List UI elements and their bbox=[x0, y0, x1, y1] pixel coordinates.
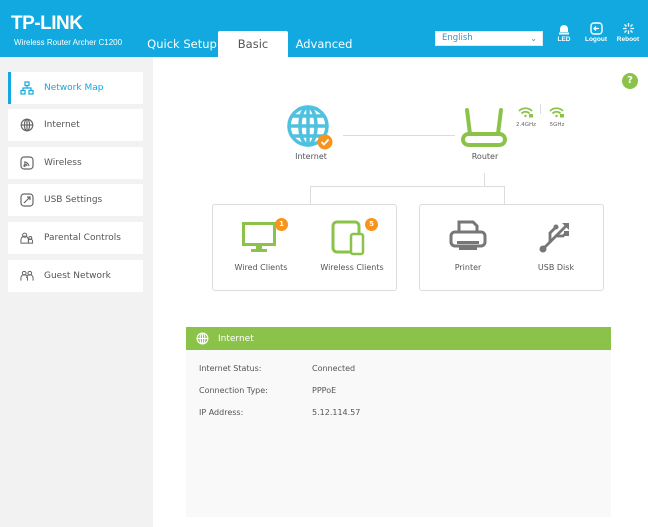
logout-button[interactable]: Logout bbox=[581, 22, 611, 43]
tree-connector bbox=[484, 173, 485, 186]
sidebar-item-parental-controls[interactable]: Parental Controls bbox=[8, 222, 143, 254]
monitor-icon bbox=[242, 222, 276, 252]
wireless-clients-node[interactable]: 5 Wireless Clients bbox=[316, 216, 388, 278]
tree-connector bbox=[504, 186, 505, 204]
tab-quick-setup[interactable]: Quick Setup bbox=[146, 31, 218, 57]
devices-icon bbox=[331, 220, 365, 256]
band-label: 5GHz bbox=[549, 122, 565, 128]
internet-label: Internet bbox=[295, 152, 327, 161]
info-key: Connection Type: bbox=[199, 386, 268, 395]
led-button[interactable]: LED bbox=[549, 22, 579, 43]
router-node[interactable]: Router bbox=[455, 104, 515, 164]
tree-connector bbox=[310, 186, 311, 204]
sidebar-item-label: Internet bbox=[44, 120, 80, 130]
usb-disk-label: USB Disk bbox=[537, 263, 575, 272]
printer-icon bbox=[449, 220, 487, 250]
sidebar-item-guest-network[interactable]: Guest Network bbox=[8, 260, 143, 292]
info-value: PPPoE bbox=[312, 386, 337, 395]
help-button[interactable]: ? bbox=[622, 73, 638, 89]
info-row: Internet Status: Connected bbox=[199, 364, 355, 373]
sidebar-item-label: Guest Network bbox=[44, 271, 111, 281]
language-select[interactable]: English ⌄ bbox=[435, 31, 543, 46]
reboot-icon bbox=[622, 23, 634, 34]
sidebar-item-label: Wireless bbox=[44, 158, 82, 168]
logout-label: Logout bbox=[584, 36, 608, 43]
wireless-icon bbox=[20, 156, 34, 170]
wired-clients-node[interactable]: 1 Wired Clients bbox=[226, 216, 296, 278]
usb-icon bbox=[20, 193, 34, 207]
led-label: LED bbox=[557, 36, 571, 43]
sidebar-item-label: Network Map bbox=[44, 83, 104, 93]
model-name: Wireless Router Archer C1200 bbox=[14, 38, 123, 47]
wired-clients-label: Wired Clients bbox=[234, 263, 288, 272]
guest-network-icon bbox=[20, 269, 34, 283]
reboot-button[interactable]: Reboot bbox=[613, 22, 643, 43]
sidebar: Network Map Internet Wireless USB Settin… bbox=[0, 57, 153, 527]
printer-label: Printer bbox=[454, 263, 482, 272]
globe-icon bbox=[196, 332, 209, 345]
check-badge-icon bbox=[317, 134, 333, 150]
sidebar-item-label: USB Settings bbox=[44, 195, 103, 205]
tab-advanced[interactable]: Advanced bbox=[288, 31, 360, 57]
usb-disk-node[interactable]: USB Disk bbox=[520, 216, 592, 278]
usb-icon bbox=[539, 223, 569, 253]
internet-node[interactable]: Internet bbox=[286, 104, 336, 164]
parental-controls-icon bbox=[20, 231, 34, 245]
info-value: Connected bbox=[312, 364, 356, 373]
tree-connector bbox=[310, 186, 505, 187]
band-label: 2.4GHz bbox=[515, 122, 537, 128]
brand-logo: TP-LINK bbox=[11, 13, 83, 34]
internet-router-connector bbox=[343, 135, 455, 136]
router-icon bbox=[461, 108, 507, 147]
band-divider bbox=[540, 104, 541, 114]
info-row: IP Address: 5.12.114.57 bbox=[199, 408, 360, 417]
logout-icon bbox=[589, 22, 603, 35]
sidebar-item-internet[interactable]: Internet bbox=[8, 109, 143, 141]
printer-node[interactable]: Printer bbox=[433, 216, 503, 278]
globe-icon bbox=[20, 118, 34, 132]
wireless-count-badge: 5 bbox=[365, 218, 378, 231]
sidebar-item-wireless[interactable]: Wireless bbox=[8, 147, 143, 179]
reboot-label: Reboot bbox=[616, 36, 640, 43]
info-value: 5.12.114.57 bbox=[312, 408, 361, 417]
sidebar-item-label: Parental Controls bbox=[44, 233, 121, 243]
network-map-icon bbox=[20, 81, 34, 95]
router-label: Router bbox=[471, 152, 499, 161]
band-5ghz[interactable]: 5GHz bbox=[544, 103, 570, 128]
internet-info-panel: Internet Internet Status: Connected Conn… bbox=[186, 327, 611, 517]
panel-title: Internet bbox=[218, 333, 254, 344]
chevron-down-icon: ⌄ bbox=[530, 34, 537, 43]
info-row: Connection Type: PPPoE bbox=[199, 386, 336, 395]
led-icon bbox=[559, 25, 569, 35]
language-value: English bbox=[442, 33, 473, 43]
sidebar-item-network-map[interactable]: Network Map bbox=[8, 72, 143, 104]
wired-count-badge: 1 bbox=[275, 218, 288, 231]
header: TP-LINK Wireless Router Archer C1200 Qui… bbox=[0, 0, 648, 57]
wireless-clients-label: Wireless Clients bbox=[320, 263, 384, 272]
wifi-lock-icon bbox=[518, 107, 533, 118]
wifi-lock-icon bbox=[549, 107, 564, 118]
info-key: Internet Status: bbox=[199, 364, 262, 373]
tab-basic[interactable]: Basic bbox=[218, 31, 288, 57]
panel-header: Internet bbox=[186, 327, 611, 350]
sidebar-item-usb-settings[interactable]: USB Settings bbox=[8, 184, 143, 216]
band-2-4ghz[interactable]: 2.4GHz bbox=[512, 103, 540, 128]
info-key: IP Address: bbox=[199, 408, 244, 417]
